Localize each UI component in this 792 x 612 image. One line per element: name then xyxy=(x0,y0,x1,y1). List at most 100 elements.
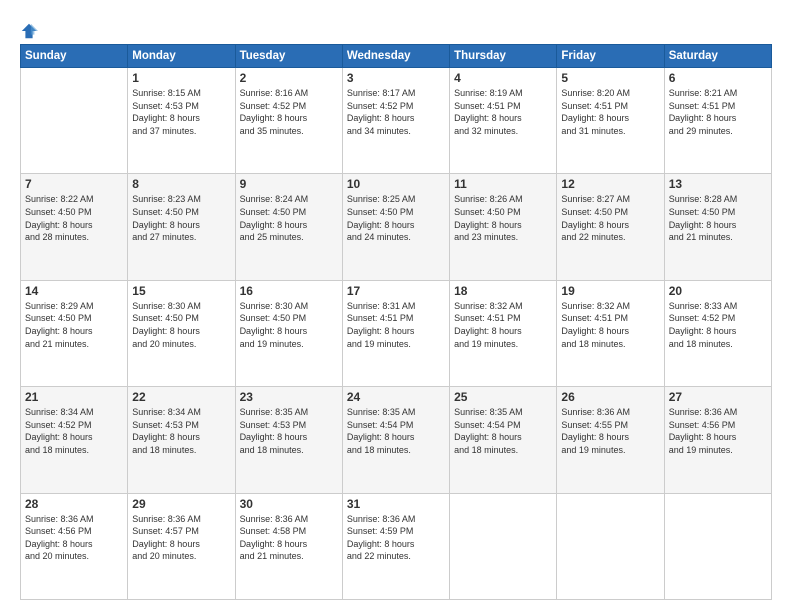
day-info: Sunrise: 8:27 AM Sunset: 4:50 PM Dayligh… xyxy=(561,193,659,243)
day-info: Sunrise: 8:34 AM Sunset: 4:53 PM Dayligh… xyxy=(132,406,230,456)
day-number: 9 xyxy=(240,177,338,191)
calendar-cell: 29 Sunrise: 8:36 AM Sunset: 4:57 PM Dayli… xyxy=(128,493,235,599)
calendar-cell: 24 Sunrise: 8:35 AM Sunset: 4:54 PM Dayli… xyxy=(342,387,449,493)
day-info: Sunrise: 8:35 AM Sunset: 4:54 PM Dayligh… xyxy=(454,406,552,456)
calendar-week-row: 7Sunrise: 8:22 AM Sunset: 4:50 PM Daylig… xyxy=(21,174,772,280)
calendar-cell: 14Sunrise: 8:29 AM Sunset: 4:50 PM Dayli… xyxy=(21,280,128,386)
day-number: 14 xyxy=(25,284,123,298)
day-number: 25 xyxy=(454,390,552,404)
day-number: 19 xyxy=(561,284,659,298)
calendar-cell: 7Sunrise: 8:22 AM Sunset: 4:50 PM Daylig… xyxy=(21,174,128,280)
day-info: Sunrise: 8:36 AM Sunset: 4:59 PM Dayligh… xyxy=(347,513,445,563)
day-number: 17 xyxy=(347,284,445,298)
calendar-cell: 9 Sunrise: 8:24 AM Sunset: 4:50 PM Daylig… xyxy=(235,174,342,280)
logo-icon xyxy=(20,22,38,40)
calendar-cell: 8 Sunrise: 8:23 AM Sunset: 4:50 PM Daylig… xyxy=(128,174,235,280)
calendar-cell: 28Sunrise: 8:36 AM Sunset: 4:56 PM Dayli… xyxy=(21,493,128,599)
day-info: Sunrise: 8:32 AM Sunset: 4:51 PM Dayligh… xyxy=(561,300,659,350)
day-info: Sunrise: 8:30 AM Sunset: 4:50 PM Dayligh… xyxy=(132,300,230,350)
day-info: Sunrise: 8:35 AM Sunset: 4:53 PM Dayligh… xyxy=(240,406,338,456)
column-header-friday: Friday xyxy=(557,45,664,68)
day-info: Sunrise: 8:34 AM Sunset: 4:52 PM Dayligh… xyxy=(25,406,123,456)
day-number: 13 xyxy=(669,177,767,191)
day-number: 11 xyxy=(454,177,552,191)
calendar-cell: 31Sunrise: 8:36 AM Sunset: 4:59 PM Dayli… xyxy=(342,493,449,599)
day-info: Sunrise: 8:36 AM Sunset: 4:57 PM Dayligh… xyxy=(132,513,230,563)
page: SundayMondayTuesdayWednesdayThursdayFrid… xyxy=(0,0,792,612)
day-info: Sunrise: 8:19 AM Sunset: 4:51 PM Dayligh… xyxy=(454,87,552,137)
calendar-cell: 27Sunrise: 8:36 AM Sunset: 4:56 PM Dayli… xyxy=(664,387,771,493)
header xyxy=(20,18,772,40)
day-info: Sunrise: 8:30 AM Sunset: 4:50 PM Dayligh… xyxy=(240,300,338,350)
day-number: 8 xyxy=(132,177,230,191)
day-info: Sunrise: 8:20 AM Sunset: 4:51 PM Dayligh… xyxy=(561,87,659,137)
calendar-cell xyxy=(21,68,128,174)
calendar-cell xyxy=(664,493,771,599)
day-info: Sunrise: 8:32 AM Sunset: 4:51 PM Dayligh… xyxy=(454,300,552,350)
day-info: Sunrise: 8:24 AM Sunset: 4:50 PM Dayligh… xyxy=(240,193,338,243)
calendar-cell: 1Sunrise: 8:15 AM Sunset: 4:53 PM Daylig… xyxy=(128,68,235,174)
day-number: 18 xyxy=(454,284,552,298)
calendar-table: SundayMondayTuesdayWednesdayThursdayFrid… xyxy=(20,44,772,600)
day-number: 1 xyxy=(132,71,230,85)
day-number: 10 xyxy=(347,177,445,191)
day-info: Sunrise: 8:36 AM Sunset: 4:56 PM Dayligh… xyxy=(25,513,123,563)
calendar-cell: 5 Sunrise: 8:20 AM Sunset: 4:51 PM Daylig… xyxy=(557,68,664,174)
day-number: 5 xyxy=(561,71,659,85)
calendar-cell: 30 Sunrise: 8:36 AM Sunset: 4:58 PM Dayli… xyxy=(235,493,342,599)
day-info: Sunrise: 8:21 AM Sunset: 4:51 PM Dayligh… xyxy=(669,87,767,137)
day-info: Sunrise: 8:35 AM Sunset: 4:54 PM Dayligh… xyxy=(347,406,445,456)
day-number: 12 xyxy=(561,177,659,191)
day-info: Sunrise: 8:36 AM Sunset: 4:55 PM Dayligh… xyxy=(561,406,659,456)
day-number: 26 xyxy=(561,390,659,404)
day-number: 6 xyxy=(669,71,767,85)
day-info: Sunrise: 8:26 AM Sunset: 4:50 PM Dayligh… xyxy=(454,193,552,243)
calendar-cell: 11 Sunrise: 8:26 AM Sunset: 4:50 PM Dayli… xyxy=(450,174,557,280)
day-info: Sunrise: 8:31 AM Sunset: 4:51 PM Dayligh… xyxy=(347,300,445,350)
logo xyxy=(20,22,42,40)
calendar-cell: 15 Sunrise: 8:30 AM Sunset: 4:50 PM Dayli… xyxy=(128,280,235,386)
day-number: 16 xyxy=(240,284,338,298)
day-info: Sunrise: 8:23 AM Sunset: 4:50 PM Dayligh… xyxy=(132,193,230,243)
calendar-cell: 17 Sunrise: 8:31 AM Sunset: 4:51 PM Dayli… xyxy=(342,280,449,386)
day-number: 15 xyxy=(132,284,230,298)
day-info: Sunrise: 8:16 AM Sunset: 4:52 PM Dayligh… xyxy=(240,87,338,137)
day-number: 22 xyxy=(132,390,230,404)
day-number: 23 xyxy=(240,390,338,404)
calendar-cell: 23 Sunrise: 8:35 AM Sunset: 4:53 PM Dayli… xyxy=(235,387,342,493)
column-header-saturday: Saturday xyxy=(664,45,771,68)
calendar-week-row: 14Sunrise: 8:29 AM Sunset: 4:50 PM Dayli… xyxy=(21,280,772,386)
calendar-cell: 12 Sunrise: 8:27 AM Sunset: 4:50 PM Dayli… xyxy=(557,174,664,280)
calendar-cell: 22 Sunrise: 8:34 AM Sunset: 4:53 PM Dayli… xyxy=(128,387,235,493)
calendar-week-row: 21 Sunrise: 8:34 AM Sunset: 4:52 PM Dayli… xyxy=(21,387,772,493)
day-number: 21 xyxy=(25,390,123,404)
day-number: 24 xyxy=(347,390,445,404)
day-number: 30 xyxy=(240,497,338,511)
day-number: 3 xyxy=(347,71,445,85)
day-number: 29 xyxy=(132,497,230,511)
calendar-cell: 21 Sunrise: 8:34 AM Sunset: 4:52 PM Dayli… xyxy=(21,387,128,493)
calendar-cell: 6 Sunrise: 8:21 AM Sunset: 4:51 PM Daylig… xyxy=(664,68,771,174)
calendar-cell: 4 Sunrise: 8:19 AM Sunset: 4:51 PM Daylig… xyxy=(450,68,557,174)
day-info: Sunrise: 8:25 AM Sunset: 4:50 PM Dayligh… xyxy=(347,193,445,243)
calendar-cell xyxy=(450,493,557,599)
day-number: 20 xyxy=(669,284,767,298)
calendar-week-row: 1Sunrise: 8:15 AM Sunset: 4:53 PM Daylig… xyxy=(21,68,772,174)
day-number: 2 xyxy=(240,71,338,85)
calendar-cell: 26 Sunrise: 8:36 AM Sunset: 4:55 PM Dayli… xyxy=(557,387,664,493)
calendar-cell: 19 Sunrise: 8:32 AM Sunset: 4:51 PM Dayli… xyxy=(557,280,664,386)
calendar-cell: 20Sunrise: 8:33 AM Sunset: 4:52 PM Dayli… xyxy=(664,280,771,386)
day-info: Sunrise: 8:28 AM Sunset: 4:50 PM Dayligh… xyxy=(669,193,767,243)
day-number: 4 xyxy=(454,71,552,85)
day-info: Sunrise: 8:36 AM Sunset: 4:58 PM Dayligh… xyxy=(240,513,338,563)
calendar-cell: 3 Sunrise: 8:17 AM Sunset: 4:52 PM Daylig… xyxy=(342,68,449,174)
calendar-cell: 25 Sunrise: 8:35 AM Sunset: 4:54 PM Dayli… xyxy=(450,387,557,493)
column-header-wednesday: Wednesday xyxy=(342,45,449,68)
column-header-sunday: Sunday xyxy=(21,45,128,68)
calendar-cell: 13 Sunrise: 8:28 AM Sunset: 4:50 PM Dayli… xyxy=(664,174,771,280)
day-info: Sunrise: 8:17 AM Sunset: 4:52 PM Dayligh… xyxy=(347,87,445,137)
calendar-week-row: 28Sunrise: 8:36 AM Sunset: 4:56 PM Dayli… xyxy=(21,493,772,599)
calendar-cell xyxy=(557,493,664,599)
calendar-cell: 18 Sunrise: 8:32 AM Sunset: 4:51 PM Dayli… xyxy=(450,280,557,386)
column-header-tuesday: Tuesday xyxy=(235,45,342,68)
